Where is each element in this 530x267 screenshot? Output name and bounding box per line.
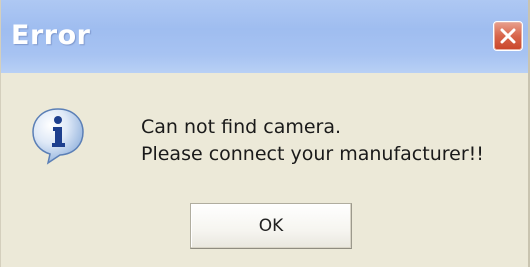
close-button[interactable] [493, 21, 523, 51]
message-line-1: Can not find camera. [141, 116, 342, 138]
ok-button[interactable]: OK [190, 203, 352, 249]
message-line-2: Please connect your manufacturer!! [141, 143, 484, 165]
error-dialog: Error Can not find camera. Please connec… [0, 0, 530, 267]
error-message: Can not find camera. Please connect your… [141, 114, 484, 168]
info-icon [32, 108, 84, 165]
dialog-title: Error [11, 20, 91, 51]
close-icon [500, 28, 516, 44]
title-bar[interactable]: Error [1, 0, 528, 73]
